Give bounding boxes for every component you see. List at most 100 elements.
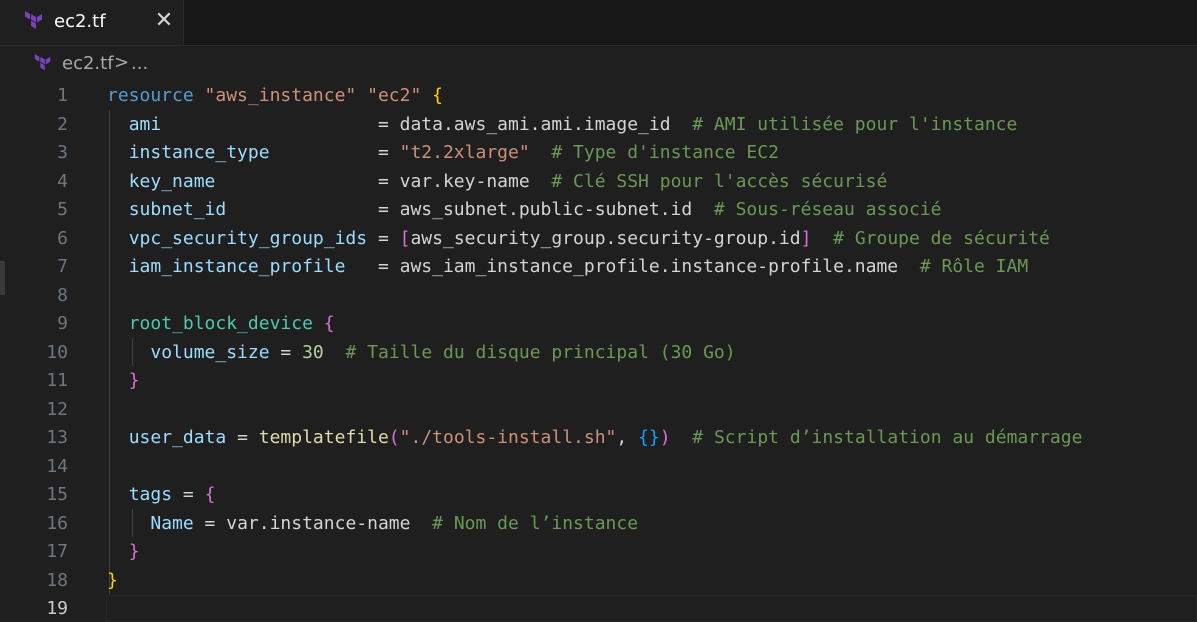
- code-token: # Script d’installation au démarrage: [692, 427, 1083, 448]
- code-text: }: [107, 367, 140, 396]
- line-number: 9: [57, 313, 68, 334]
- code-token: # Type d'instance EC2: [551, 142, 779, 163]
- line-number: 4: [57, 170, 68, 192]
- code-text: instance_type = "t2.2xlarge" # Type d'in…: [107, 139, 779, 168]
- code-line[interactable]: 16 Name = var.instance-name # Nom de l’i…: [0, 510, 1197, 539]
- code-token: }: [107, 569, 118, 591]
- line-number: 19: [46, 598, 68, 619]
- breadcrumb: ec2.tf > ...: [0, 46, 1197, 82]
- code-token: subnet_id: [128, 199, 227, 220]
- code-token: =: [226, 199, 400, 220]
- code-token: # Taille du disque principal (30 Go): [345, 341, 736, 363]
- line-number: 1: [57, 85, 68, 106]
- code-line[interactable]: 3 instance_type = "t2.2xlarge" # Type d'…: [0, 139, 1197, 168]
- code-token: # Sous-réseau associé: [713, 199, 942, 220]
- code-token: tags: [128, 484, 173, 505]
- terraform-icon: [34, 54, 51, 71]
- code-line[interactable]: 9 root_block_device {: [0, 310, 1197, 339]
- code-line[interactable]: 10 volume_size = 30 # Taille du disque p…: [0, 339, 1197, 368]
- code-token: var.instance-name: [226, 512, 411, 534]
- code-line[interactable]: 6 vpc_security_group_ids = [aws_security…: [0, 225, 1197, 254]
- chevron-right-icon: >: [114, 52, 130, 73]
- code-token: aws_iam_instance_profile.instance-profil…: [399, 256, 899, 277]
- code-token: # AMI utilisée pour l'instance: [692, 113, 1018, 135]
- code-text: root_block_device {: [107, 310, 335, 339]
- code-line[interactable]: 4 key_name = var.key-name # Clé SSH pour…: [0, 168, 1197, 197]
- code-text: subnet_id = aws_subnet.public-subnet.id …: [107, 196, 942, 225]
- code-token: data.aws_ami.ami.image_id: [399, 113, 671, 135]
- code-line[interactable]: 12: [0, 396, 1197, 425]
- line-number: 13: [46, 427, 68, 448]
- code-token: "t2.2xlarge": [399, 142, 530, 163]
- terraform-icon: [25, 11, 42, 29]
- code-line[interactable]: 8: [0, 282, 1197, 311]
- code-token: {}: [638, 427, 660, 448]
- code-token: aws_subnet.public-subnet.id: [399, 199, 693, 220]
- close-icon[interactable]: ✕: [153, 10, 175, 32]
- code-line[interactable]: 17 }: [0, 538, 1197, 567]
- code-text: user_data = templatefile("./tools-instal…: [107, 424, 1083, 453]
- line-number: 12: [46, 398, 68, 420]
- line-number: 16: [46, 512, 68, 534]
- code-line[interactable]: 5 subnet_id = aws_subnet.public-subnet.i…: [0, 196, 1197, 225]
- code-token: "aws_instance": [204, 85, 357, 106]
- code-token: aws_security_group.security-group.id: [410, 227, 801, 249]
- line-number: 6: [57, 227, 68, 249]
- code-token: ami: [128, 113, 162, 135]
- code-text: key_name = var.key-name # Clé SSH pour l…: [107, 168, 888, 197]
- code-line[interactable]: 1 resource "aws_instance" "ec2" {: [0, 82, 1197, 111]
- code-line[interactable]: 7 iam_instance_profile = aws_iam_instanc…: [0, 253, 1197, 282]
- code-text: }: [107, 538, 140, 567]
- code-line[interactable]: 2 ami = data.aws_ami.ami.image_id # AMI …: [0, 111, 1197, 140]
- tab-ec2-tf[interactable]: ec2.tf ✕: [0, 0, 184, 45]
- code-text: vpc_security_group_ids = [aws_security_g…: [107, 225, 1050, 254]
- code-token: {: [204, 484, 216, 505]
- line-number: 14: [46, 455, 68, 477]
- code-text: volume_size = 30 # Taille du disque prin…: [107, 339, 736, 368]
- code-editor[interactable]: 1 resource "aws_instance" "ec2" {2 ami = …: [0, 82, 1197, 622]
- code-token: =: [367, 227, 400, 249]
- code-token: ): [659, 427, 671, 448]
- code-token: }: [128, 541, 140, 562]
- code-token: (: [388, 427, 400, 448]
- code-token: instance_type: [128, 142, 270, 163]
- line-number: 8: [57, 284, 68, 306]
- code-token: =: [172, 484, 205, 505]
- code-token: [: [399, 227, 411, 249]
- code-token: # Groupe de sécurité: [833, 227, 1050, 249]
- code-token: {: [432, 85, 443, 106]
- code-token: =: [161, 113, 400, 135]
- breadcrumb-symbols[interactable]: ...: [131, 53, 148, 75]
- code-token: 30: [302, 341, 324, 363]
- code-token: var.key-name: [399, 170, 530, 192]
- code-text: ami = data.aws_ami.ami.image_id # AMI ut…: [107, 111, 1018, 140]
- code-line[interactable]: 11 }: [0, 367, 1197, 396]
- code-line[interactable]: 19: [0, 595, 1197, 622]
- code-token: templatefile: [258, 427, 389, 448]
- line-number: 2: [57, 113, 68, 135]
- code-line[interactable]: 14: [0, 453, 1197, 482]
- code-token: {: [323, 313, 335, 334]
- line-number: 15: [46, 484, 68, 505]
- code-line[interactable]: 15 tags = {: [0, 481, 1197, 510]
- code-line[interactable]: 18}: [0, 567, 1197, 596]
- breadcrumb-file[interactable]: ec2.tf: [62, 53, 114, 75]
- code-token: ,: [616, 427, 639, 448]
- code-token: user_data: [128, 427, 227, 448]
- code-line[interactable]: 13 user_data = templatefile("./tools-ins…: [0, 424, 1197, 453]
